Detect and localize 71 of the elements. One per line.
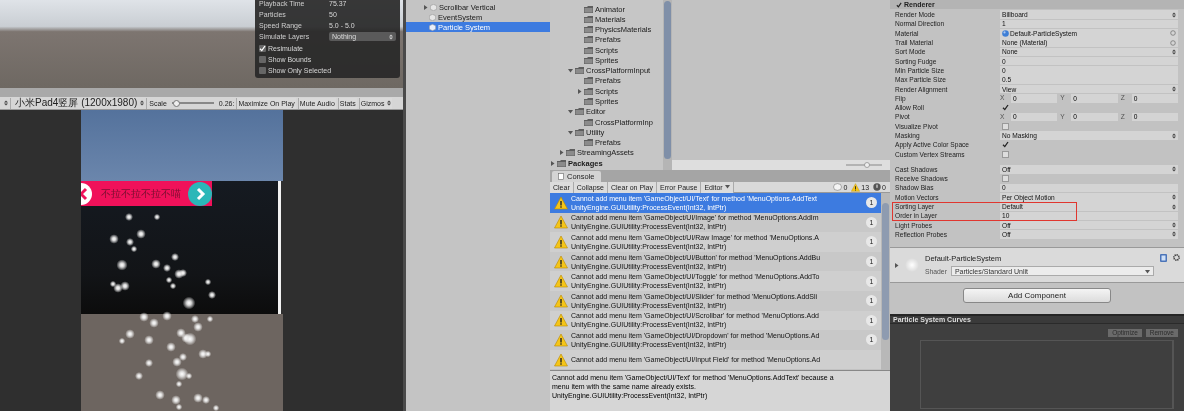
warning-icon xyxy=(554,195,568,210)
folder-icon xyxy=(584,5,593,13)
folder-icon xyxy=(584,98,593,105)
dropdown-arrows-icon xyxy=(1172,48,1176,55)
folder-icon xyxy=(584,77,593,85)
folder-icon xyxy=(584,139,593,147)
collapsed-arrow-icon[interactable] xyxy=(894,262,899,268)
folder-icon xyxy=(575,108,584,116)
dropdown-arrows-icon xyxy=(1172,132,1176,139)
info-bubble-icon xyxy=(833,183,843,191)
gear-icon[interactable] xyxy=(1173,254,1180,262)
checkbox[interactable] xyxy=(1002,175,1009,183)
folder-icon xyxy=(584,26,593,34)
folder-icon xyxy=(557,159,566,167)
checkbox[interactable] xyxy=(1002,104,1009,112)
expanded-arrow-icon[interactable] xyxy=(568,109,573,115)
dropdown-arrows-icon xyxy=(1172,194,1176,201)
checkbox[interactable] xyxy=(259,66,266,74)
dropdown-arrows-icon xyxy=(389,34,393,40)
warning-icon xyxy=(554,293,568,308)
dropdown-arrows-icon xyxy=(140,100,145,106)
warning-icon xyxy=(554,254,568,269)
warning-icon xyxy=(554,274,568,289)
folder-icon xyxy=(575,67,584,75)
dropdown-arrows-icon xyxy=(1172,203,1176,210)
expanded-arrow-icon[interactable] xyxy=(568,68,573,74)
collapsed-arrow-icon[interactable] xyxy=(577,88,582,94)
add-component-button[interactable]: Add Component xyxy=(963,288,1111,304)
warning-icon xyxy=(554,235,568,249)
warning-icon xyxy=(851,182,861,192)
dropdown-arrows-icon xyxy=(4,100,8,106)
sphere-icon xyxy=(1002,29,1009,37)
dropdown-arrows-icon xyxy=(1172,86,1176,92)
banner-text: 不拉不拉不拉不喵 xyxy=(99,186,182,201)
folder-icon xyxy=(584,46,593,54)
folder-icon xyxy=(584,56,593,64)
checkbox[interactable] xyxy=(259,55,266,63)
dropdown-arrows-icon xyxy=(1172,166,1176,173)
vertical-scrollbar[interactable] xyxy=(881,193,890,370)
folder-icon xyxy=(584,36,593,44)
console-icon xyxy=(558,173,564,180)
expanded-arrow-icon[interactable] xyxy=(1145,268,1150,274)
dropdown-arrows-icon xyxy=(1172,222,1176,229)
checkbox[interactable] xyxy=(896,1,902,8)
warning-icon xyxy=(554,215,568,230)
expanded-arrow-icon[interactable] xyxy=(568,129,573,135)
dropdown-arrows-icon xyxy=(1172,231,1176,238)
chevron-circle-icon[interactable] xyxy=(188,181,212,206)
resolution-dropdown[interactable]: 小米Pad4竖屏 (1200x1980) xyxy=(13,97,148,109)
warning-icon xyxy=(554,332,568,347)
folder-icon xyxy=(584,15,593,23)
folder-icon xyxy=(584,87,593,95)
scale-slider[interactable] xyxy=(171,99,214,107)
folder-icon xyxy=(566,149,575,157)
collapsed-arrow-icon[interactable] xyxy=(423,4,428,10)
display-dropdown[interactable] xyxy=(2,97,11,109)
slider-thumb[interactable] xyxy=(172,99,180,107)
sphere-icon xyxy=(905,258,919,273)
checkbox[interactable] xyxy=(1002,122,1009,130)
expanded-arrow-icon[interactable] xyxy=(724,184,730,189)
vertical-scrollbar[interactable] xyxy=(663,0,672,170)
dropdown-arrows-icon xyxy=(1172,11,1176,18)
book-icon[interactable] xyxy=(1160,254,1167,263)
warning-icon xyxy=(554,352,568,367)
folder-icon xyxy=(584,118,593,126)
dropdown-arrows-icon xyxy=(386,100,391,106)
checkbox[interactable] xyxy=(1002,150,1009,158)
slider-thumb[interactable] xyxy=(864,162,870,168)
folder-icon xyxy=(575,128,584,136)
checkbox[interactable] xyxy=(1002,141,1009,149)
warning-icon xyxy=(554,313,568,328)
